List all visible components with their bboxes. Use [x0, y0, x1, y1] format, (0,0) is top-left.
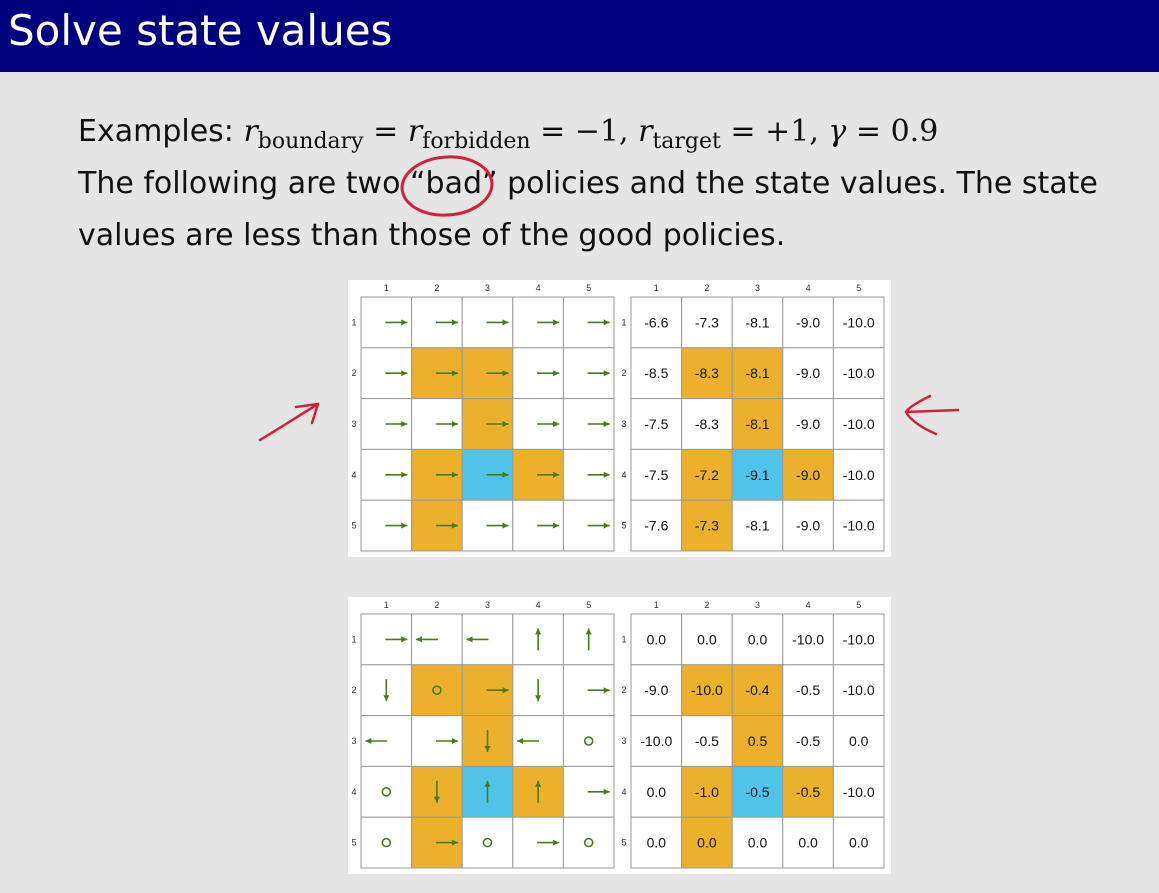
bad-circle-annotation — [400, 155, 494, 217]
pointer-arrow-left-annotation — [258, 402, 320, 442]
annotation-layer — [258, 155, 960, 442]
pointer-arrow-right-annotation — [904, 394, 960, 436]
